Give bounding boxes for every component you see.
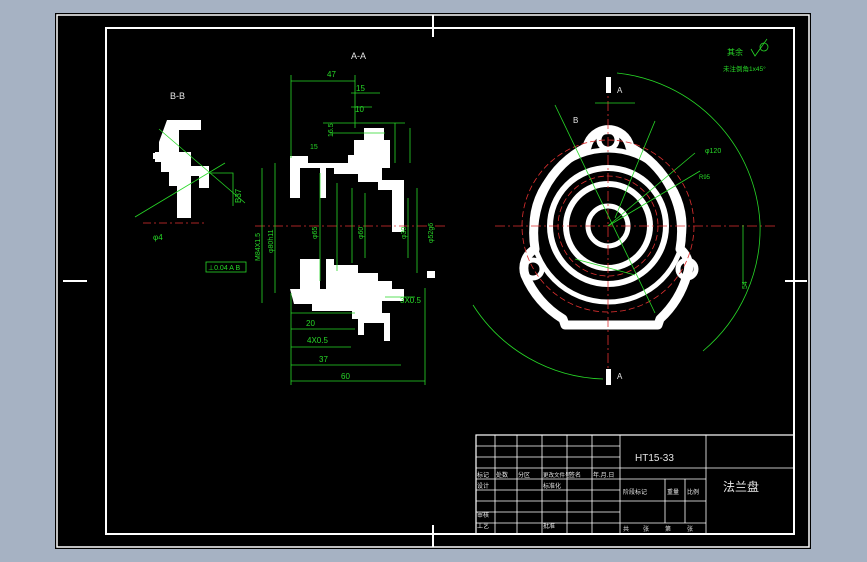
dim-r95: R95 (699, 175, 711, 181)
dim-phi80: φ80h11 (268, 229, 275, 253)
tb-sheet-1: 共 (623, 525, 629, 533)
drawing-canvas: B-B φ4 B37 A-A 47 15 10 16.5 15 20 4X0.5… (55, 13, 811, 549)
dim-phi60: φ60 (358, 227, 365, 239)
dim-15b: 15 (310, 144, 318, 151)
tb-row-label-5: 年.月.日 (593, 471, 614, 479)
dim-4x0-5: 4X0.5 (307, 336, 328, 345)
dim-10: 10 (355, 105, 364, 114)
dim-37: 37 (319, 355, 328, 364)
tb-sheet-3: 第 (665, 525, 671, 533)
dim-54: 54 (742, 281, 749, 289)
tb-row-label-3: 更改文件号 (543, 471, 571, 479)
tb-row-label-2: 分区 (518, 471, 530, 479)
section-aa-label: A-A (351, 51, 366, 61)
tb-stage-label: 阶段标记 (623, 488, 647, 496)
tb-sheet-4: 张 (687, 525, 693, 533)
tolerance-frame-text: ⊥0.04 A B (208, 265, 241, 272)
tb-sheet-2: 张 (643, 525, 649, 533)
front-view (472, 72, 775, 385)
tb-row-label-4: 签名 (569, 471, 581, 479)
dim-47: 47 (327, 70, 336, 79)
dim-m84: M84X1.5 (255, 233, 262, 261)
dim-15a: 15 (356, 84, 365, 93)
cut-a-top-label: A (617, 86, 623, 95)
tb-scale-label: 比例 (687, 488, 699, 496)
title-material: HT15-33 (635, 453, 674, 464)
dim-phi52: φ52g6 (428, 223, 435, 243)
roughness-symbol (750, 38, 769, 57)
chamfer-note: 未注倒角1x45° (723, 64, 766, 73)
roughness-note-label: 其余 (727, 47, 743, 57)
tb-row-label-0: 标记 (477, 471, 489, 479)
section-aa-view (255, 75, 445, 385)
section-bb-view (134, 120, 246, 224)
dim-3x0-5: 3X0.5 (400, 296, 421, 305)
dim-20: 20 (306, 319, 315, 328)
dim-phi65: φ65 (312, 227, 319, 239)
dim-phi30: φ30 (401, 227, 408, 239)
dim-16-5: 16.5 (328, 123, 335, 137)
dim-phi120: φ120 (705, 148, 721, 155)
cut-a-bottom-label: A (617, 372, 623, 381)
tb-process: 工艺 (477, 522, 489, 530)
dim-phi4: φ4 (153, 233, 163, 242)
tb-designer: 设计 (477, 482, 489, 490)
tb-weight-label: 重量 (667, 488, 679, 496)
cad-drawing: B-B φ4 B37 A-A 47 15 10 16.5 15 20 4X0.5… (56, 14, 810, 548)
tb-approve: 批准 (543, 522, 555, 530)
tb-standard: 标准化 (543, 482, 561, 490)
dim-b37: B37 (234, 188, 243, 203)
title-part-name: 法兰盘 (723, 479, 759, 494)
cut-b-label: B (573, 116, 578, 125)
tb-row-label-1: 处数 (496, 471, 508, 479)
dim-60: 60 (341, 372, 350, 381)
tb-checker: 审核 (477, 511, 489, 519)
section-bb-label: B-B (170, 91, 185, 101)
inner-frame (105, 27, 795, 535)
